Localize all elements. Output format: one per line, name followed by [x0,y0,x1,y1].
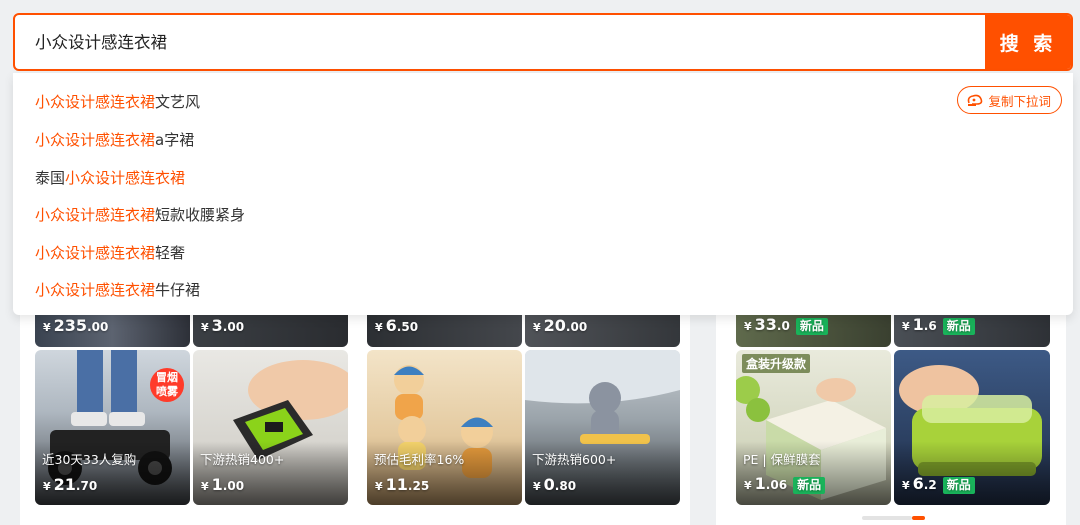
product-price: ¥1.06 新品 [744,474,826,494]
suggestion-item[interactable]: 小众设计感连衣裙a字裙 [35,129,194,150]
suggestion-highlight: 小众设计感连衣裙 [35,281,156,299]
suggestion-suffix: 牛仔裙 [155,281,201,299]
suggestion-item[interactable]: 小众设计感连衣裙短款收腰紧身 [35,204,245,225]
product-caption: 下游热销400+ [200,452,285,467]
suggestion-highlight: 小众设计感连衣裙 [35,244,156,262]
image-shade [894,441,1050,505]
suggestion-suffix: 文艺风 [155,93,201,111]
smoke-spray-badge: 冒烟 喷雾 [150,368,184,402]
product-price: ¥20.00 [533,316,588,335]
product-card[interactable]: ¥6.2 新品 [894,350,1050,505]
suggestion-item[interactable]: 泰国小众设计感连衣裙 [35,167,185,188]
product-caption: PE | 保鲜膜套 [743,452,821,467]
product-caption: 下游热销600+ [532,452,617,467]
product-price: ¥235.00 [43,316,109,335]
suggestion-suffix: 轻奢 [155,244,186,262]
carousel-dot[interactable] [862,516,912,520]
suggestion-prefix: 泰国 [35,169,66,187]
suggestion-item[interactable]: 小众设计感连衣裙文艺风 [35,91,200,112]
suggestion-highlight: 小众设计感连衣裙 [35,93,156,111]
suggestion-highlight: 小众设计感连衣裙 [35,131,156,149]
suggestion-highlight: 小众设计感连衣裙 [65,169,186,187]
new-badge: 新品 [942,318,975,335]
product-card[interactable]: 盒装升级款 PE | 保鲜膜套 ¥1.06 新品 [736,350,891,505]
product-price: ¥3.00 [201,316,245,335]
copy-suggestions-button[interactable]: 复制下拉词 [957,86,1062,114]
search-input[interactable]: 小众设计感连衣裙 [35,15,167,69]
search-bar: 小众设计感连衣裙 搜 索 [13,13,1073,71]
copy-icon [968,94,983,106]
suggestion-item[interactable]: 小众设计感连衣裙轻奢 [35,242,185,263]
product-price: ¥6.50 [375,316,419,335]
product-price: ¥1.6 新品 [902,315,975,335]
product-caption: 预估毛利率16% [374,452,465,467]
product-price: ¥6.2 新品 [902,474,975,494]
carousel-indicator [862,516,925,520]
search-button[interactable]: 搜 索 [985,15,1071,69]
suggestion-suffix: 短款收腰紧身 [155,206,246,224]
copy-suggestions-label: 复制下拉词 [988,93,1051,109]
suggestion-item[interactable]: 小众设计感连衣裙牛仔裙 [35,279,200,300]
product-card[interactable]: 冒烟 喷雾 近30天33人复购 ¥21.70 [35,350,190,505]
carousel-dot-active[interactable] [912,516,925,520]
product-price: ¥0.80 [533,475,577,494]
product-price: ¥21.70 [43,475,98,494]
product-card[interactable]: 下游热销400+ ¥1.00 [193,350,348,505]
product-card[interactable]: 预估毛利率16% ¥11.25 [367,350,522,505]
new-badge: 新品 [942,477,975,494]
new-badge: 新品 [795,318,828,335]
new-badge: 新品 [793,477,826,494]
product-caption: 近30天33人复购 [42,452,137,467]
suggestion-highlight: 小众设计感连衣裙 [35,206,156,224]
product-card[interactable]: 下游热销600+ ¥0.80 [525,350,680,505]
product-price: ¥33.0 新品 [744,315,828,335]
package-upgrade-label: 盒装升级款 [742,354,811,373]
suggestion-dropdown: 小众设计感连衣裙文艺风 小众设计感连衣裙a字裙 泰国小众设计感连衣裙 小众设计感… [13,73,1073,315]
suggestion-suffix: a字裙 [155,131,195,149]
product-price: ¥1.00 [201,475,245,494]
product-price: ¥11.25 [375,475,430,494]
